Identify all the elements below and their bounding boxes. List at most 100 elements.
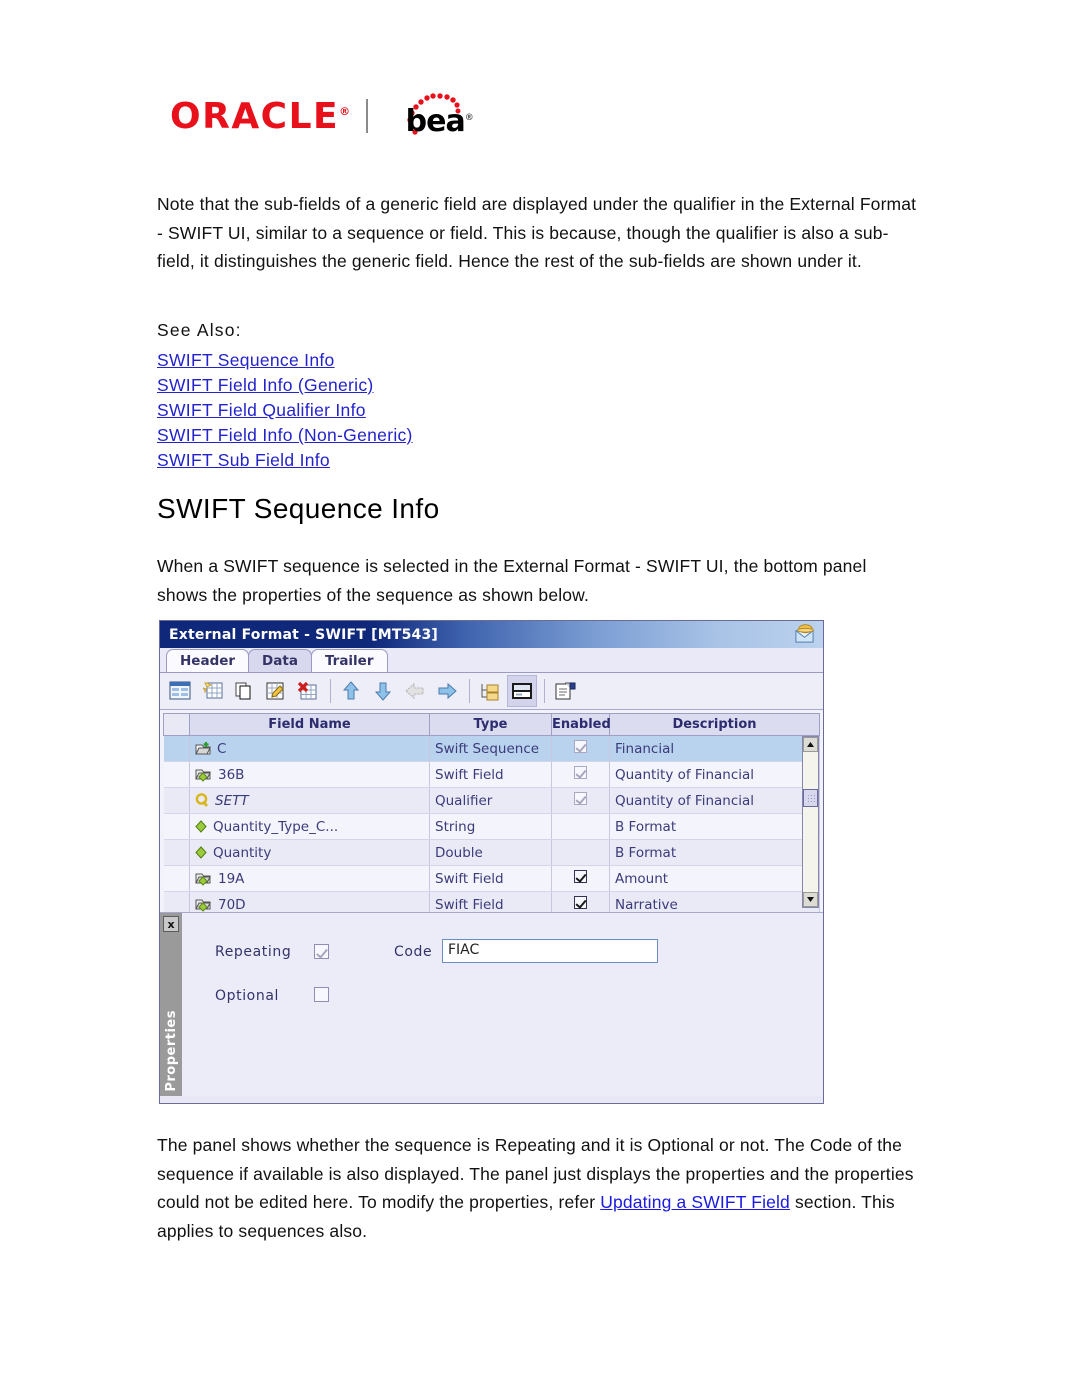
cell-type: Swift Sequence	[429, 735, 552, 762]
sequence-folder-add-icon	[195, 742, 211, 755]
row-selector-cell[interactable]	[163, 839, 190, 866]
cell-enabled[interactable]	[551, 787, 610, 814]
bea-text: bea®	[405, 104, 474, 139]
table-row[interactable]: Quantity_Type_C... String B Format	[163, 813, 820, 840]
panel-paragraph: The panel shows whether the sequence is …	[157, 1131, 947, 1245]
link-swift-field-qualifier-info[interactable]: SWIFT Field Qualifier Info	[157, 398, 413, 423]
repeating-checkbox[interactable]	[314, 944, 329, 959]
cell-type: Swift Field	[429, 865, 552, 892]
tab-trailer[interactable]: Trailer	[310, 649, 388, 672]
copy-icon[interactable]	[229, 675, 259, 707]
cell-type: Swift Field	[429, 761, 552, 788]
column-header-description[interactable]: Description	[609, 713, 820, 736]
code-input[interactable]: FIAC	[442, 939, 658, 963]
field-name-text: 19A	[218, 870, 245, 887]
tree-expand-icon[interactable]	[475, 675, 505, 707]
table-row[interactable]: C Swift Sequence Financial	[163, 735, 820, 762]
scroll-up-button[interactable]	[803, 737, 818, 752]
enabled-checkbox[interactable]	[574, 870, 587, 883]
properties-tab-label: Properties	[163, 1010, 179, 1092]
bea-wordmark: bea®	[382, 92, 474, 140]
qualifier-icon	[195, 793, 208, 807]
repeating-label: Repeating	[215, 944, 292, 960]
cell-field-name: SETT	[189, 787, 430, 814]
row-selector-cell[interactable]	[163, 787, 190, 814]
cell-enabled	[551, 813, 610, 840]
table-row[interactable]: 19A Swift Field Amount	[163, 865, 820, 892]
link-swift-field-info-generic[interactable]: SWIFT Field Info (Generic)	[157, 373, 413, 398]
cell-field-name: 36B	[189, 761, 430, 788]
column-header-selector[interactable]	[163, 713, 190, 736]
move-up-icon[interactable]	[336, 675, 366, 707]
row-selector-cell[interactable]	[163, 761, 190, 788]
cell-type: Qualifier	[429, 787, 552, 814]
cell-enabled[interactable]	[551, 865, 610, 892]
move-left-icon[interactable]	[400, 675, 430, 707]
row-selector-cell[interactable]	[163, 813, 190, 840]
toolbar-separator	[469, 679, 470, 703]
field-name-text: 36B	[218, 766, 245, 783]
properties-panel-icon[interactable]	[507, 675, 537, 707]
scrollbar-thumb[interactable]	[803, 789, 818, 807]
field-name-text: 70D	[218, 896, 246, 913]
move-down-icon[interactable]	[368, 675, 398, 707]
field-table-body: C Swift Sequence Financial 36B Swift Fie…	[163, 735, 820, 918]
enabled-checkbox[interactable]	[574, 896, 587, 909]
window-table-icon[interactable]	[165, 675, 195, 707]
document-page: ORACLE® bea® Note that the sub-fields of…	[0, 0, 1080, 1397]
oracle-wordmark: ORACLE®	[170, 96, 352, 137]
field-name-text: Quantity	[213, 844, 272, 861]
properties-side-tab[interactable]: x Properties	[160, 913, 182, 1096]
delete-table-icon[interactable]	[293, 675, 323, 707]
oracle-bea-logo: ORACLE® bea®	[170, 92, 474, 140]
properties-panel-body: Repeating Optional Code FIAC	[182, 913, 823, 1096]
cell-enabled[interactable]	[551, 761, 610, 788]
table-row[interactable]: SETT Qualifier Quantity of Financial	[163, 787, 820, 814]
page-heading: SWIFT Sequence Info	[157, 493, 440, 524]
column-header-field-name[interactable]: Field Name	[189, 713, 430, 736]
cell-field-name: 19A	[189, 865, 430, 892]
link-swift-field-info-non-generic[interactable]: SWIFT Field Info (Non-Generic)	[157, 423, 413, 448]
column-header-type[interactable]: Type	[429, 713, 552, 736]
cell-enabled[interactable]	[551, 735, 610, 762]
move-right-icon[interactable]	[432, 675, 462, 707]
cell-description: Quantity of Financial	[609, 761, 820, 788]
column-header-enabled[interactable]: Enabled	[551, 713, 611, 736]
cell-description: B Format	[609, 839, 820, 866]
window-titlebar: External Format - SWIFT [MT543]	[160, 621, 823, 648]
field-name-text: C	[217, 740, 227, 757]
settings-properties-icon[interactable]	[550, 675, 580, 707]
cell-field-name: Quantity	[189, 839, 430, 866]
edit-table-icon[interactable]	[261, 675, 291, 707]
swift-field-folder-icon	[195, 873, 211, 886]
link-updating-a-swift-field[interactable]: Updating a SWIFT Field	[600, 1192, 790, 1212]
link-swift-sub-field-info[interactable]: SWIFT Sub Field Info	[157, 448, 413, 473]
row-selector-cell[interactable]	[163, 865, 190, 892]
swift-field-folder-icon	[195, 899, 211, 912]
tab-header[interactable]: Header	[166, 649, 250, 672]
table-row[interactable]: 36B Swift Field Quantity of Financial	[163, 761, 820, 788]
sub-field-diamond-icon	[195, 846, 207, 859]
enabled-checkbox[interactable]	[574, 792, 587, 805]
sub-field-diamond-icon	[195, 820, 207, 833]
row-selector-cell[interactable]	[163, 735, 190, 762]
close-icon[interactable]: x	[163, 916, 179, 932]
window-title: External Format - SWIFT [MT543]	[169, 626, 439, 643]
code-label: Code	[394, 944, 433, 960]
oracle-text: ORACLE	[170, 95, 340, 137]
cell-description: Amount	[609, 865, 820, 892]
table-row[interactable]: Quantity Double B Format	[163, 839, 820, 866]
enabled-checkbox[interactable]	[574, 766, 587, 779]
new-table-icon[interactable]	[197, 675, 227, 707]
toolbar-separator	[330, 679, 331, 703]
enabled-checkbox[interactable]	[574, 740, 587, 753]
optional-checkbox[interactable]	[314, 987, 329, 1002]
see-also-label: See Also:	[157, 320, 242, 340]
table-vertical-scrollbar[interactable]	[802, 736, 819, 908]
cell-field-name: C	[189, 735, 430, 762]
swift-field-folder-icon	[195, 769, 211, 782]
tab-data[interactable]: Data	[248, 649, 312, 672]
link-swift-sequence-info[interactable]: SWIFT Sequence Info	[157, 348, 413, 373]
scroll-down-button[interactable]	[803, 892, 818, 907]
bea-label: bea	[405, 104, 466, 139]
